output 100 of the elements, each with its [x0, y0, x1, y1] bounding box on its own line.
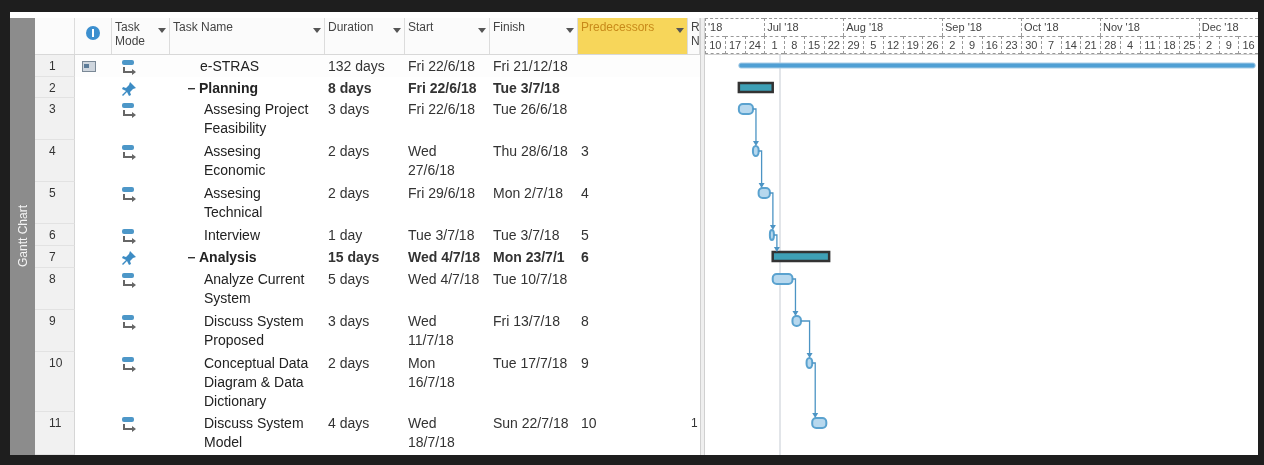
week-label: 16: [1238, 36, 1258, 54]
row-number: 2: [35, 77, 75, 98]
table-cell: Fri 22/6/18: [408, 58, 475, 74]
column-header[interactable]: R N: [688, 18, 700, 54]
table-cell: Mon 2/7/18: [493, 185, 564, 201]
week-label: 4: [1119, 36, 1140, 54]
column-header[interactable]: Task Name: [170, 18, 325, 54]
week-label: 12: [882, 36, 903, 54]
task-name: Conceptual Data Diagram & Data Dictionary: [204, 354, 310, 411]
week-label: 17: [724, 36, 745, 54]
table-cell: Fri 21/12/18: [493, 58, 568, 74]
row-number: 10: [35, 352, 75, 412]
task-bar[interactable]: [737, 103, 754, 115]
column-header[interactable]: [75, 18, 112, 54]
task-bar[interactable]: [751, 145, 760, 157]
week-label: 2: [1198, 36, 1219, 54]
row-number: 8: [35, 268, 75, 310]
week-label: 9: [1218, 36, 1239, 54]
week-label: 19: [902, 36, 923, 54]
task-name: Discuss System Proposed: [204, 312, 305, 350]
dependency-arrow: [769, 192, 776, 230]
week-label: 23: [1001, 36, 1021, 54]
week-label: 11: [1139, 36, 1160, 54]
collapse-icon[interactable]: [188, 85, 195, 92]
dropdown-arrow-icon[interactable]: [313, 28, 321, 33]
dependency-arrow: [773, 234, 780, 252]
note-icon: [82, 61, 96, 72]
table-cell: 2 days: [328, 355, 370, 371]
week-label: 10: [705, 36, 725, 54]
table-cell: Tue 3/7/18: [493, 80, 560, 96]
task-bar[interactable]: [805, 357, 814, 369]
table-cell: Fri 22/6/18: [408, 101, 475, 117]
week-label: 25: [1179, 36, 1199, 54]
week-label: 2: [942, 36, 962, 54]
table-cell: 3 days: [328, 313, 370, 329]
week-label: 14: [1060, 36, 1081, 54]
row-number: 7: [35, 246, 75, 268]
table-cell: Fri 13/7/18: [493, 313, 560, 329]
auto-scheduled-icon: [121, 144, 137, 160]
auto-scheduled-icon: [121, 272, 137, 288]
collapse-icon[interactable]: [188, 254, 195, 261]
table-cell: Wed 4/7/18: [408, 271, 480, 287]
row-number: 11: [35, 412, 75, 455]
table-cell: 4: [581, 185, 589, 201]
summary-bar[interactable]: [737, 81, 774, 94]
table-cell: 2 days: [328, 185, 370, 201]
dropdown-arrow-icon[interactable]: [478, 28, 486, 33]
table-cell: Tue 3/7/18: [493, 227, 560, 243]
table-cell: 10: [581, 415, 597, 431]
table-cell: Wed 11/7/18: [408, 313, 454, 348]
task-bar[interactable]: [757, 187, 771, 199]
task-bar[interactable]: [771, 273, 794, 285]
project-summary-bar[interactable]: [738, 62, 1256, 69]
row-number: 3: [35, 98, 75, 140]
auto-scheduled-icon: [121, 102, 137, 118]
week-label: 16: [981, 36, 1002, 54]
table-cell: Tue 17/7/18: [493, 355, 568, 371]
auto-scheduled-icon: [121, 416, 137, 432]
auto-scheduled-icon: [121, 59, 137, 75]
table-cell: Mon 16/7/18: [408, 355, 455, 390]
dropdown-arrow-icon[interactable]: [158, 28, 166, 33]
month-label: '18: [705, 18, 765, 36]
table-cell: Tue 3/7/18: [408, 227, 475, 243]
task-name: Interview: [204, 226, 261, 245]
dropdown-arrow-icon[interactable]: [676, 28, 684, 33]
table-cell: 5: [581, 227, 589, 243]
week-label: 26: [922, 36, 942, 54]
column-header[interactable]: Duration: [325, 18, 405, 54]
dependency-arrow: [791, 278, 799, 316]
task-name: Assesing Project Feasibility: [204, 100, 310, 138]
task-bar[interactable]: [811, 417, 828, 429]
table-cell: Fri 29/6/18: [408, 185, 475, 201]
week-label: 15: [803, 36, 824, 54]
table-cell: 4 days: [328, 415, 370, 431]
table-cell: 5 days: [328, 271, 370, 287]
table-cell: 3 days: [328, 101, 370, 117]
summary-bar[interactable]: [771, 250, 831, 263]
month-label: Nov '18: [1100, 18, 1199, 36]
week-label: 21: [1080, 36, 1100, 54]
week-label: 1: [764, 36, 784, 54]
table-cell: Sun 22/7/18: [493, 415, 569, 431]
task-name: e-STRAS: [200, 57, 260, 76]
task-name: Discuss System Model: [204, 414, 305, 452]
month-label: Sep '18: [942, 18, 1021, 36]
table-cell: Fri 22/6/18: [408, 80, 477, 96]
column-header[interactable]: Start: [405, 18, 490, 54]
task-bar[interactable]: [791, 315, 802, 327]
dropdown-arrow-icon[interactable]: [393, 28, 401, 33]
column-header[interactable]: Task Mode: [112, 18, 170, 54]
row-number: 6: [35, 224, 75, 246]
auto-scheduled-icon: [121, 186, 137, 202]
month-label: Aug '18: [843, 18, 942, 36]
row-number: 1: [35, 55, 75, 77]
task-bar[interactable]: [768, 229, 775, 241]
task-name: Assesing Economic: [204, 142, 267, 180]
dropdown-arrow-icon[interactable]: [566, 28, 574, 33]
table-cell: 9: [581, 355, 589, 371]
table-cell: 1 day: [328, 227, 363, 243]
column-header[interactable]: Finish: [490, 18, 578, 54]
week-label: 28: [1100, 36, 1120, 54]
